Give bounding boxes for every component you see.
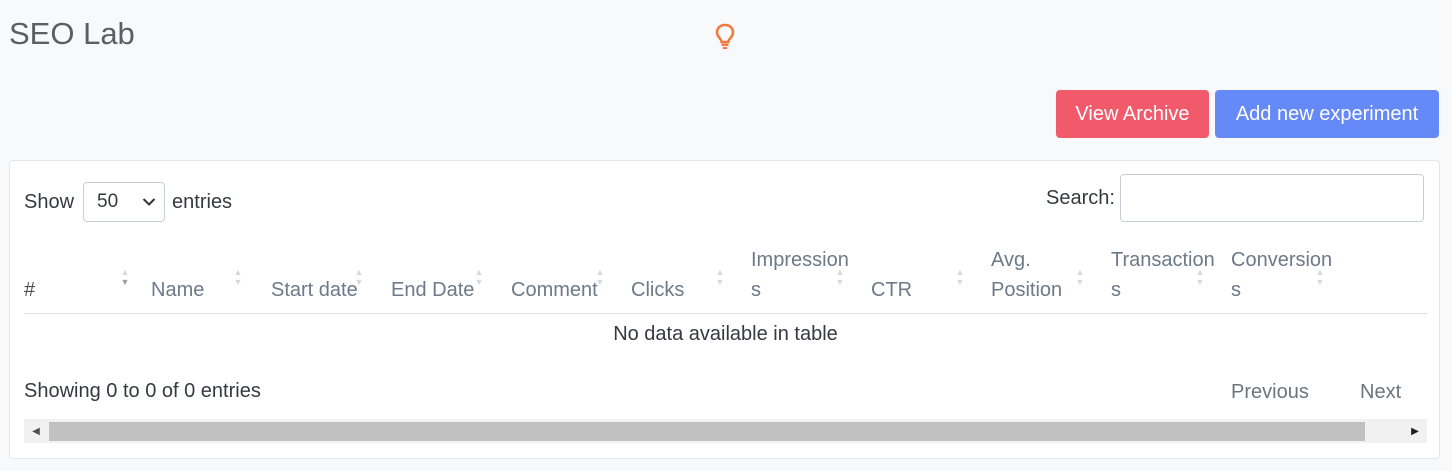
chevron-down-icon — [142, 191, 156, 213]
column-header-end-date[interactable]: End Date ▲ ▼ — [391, 243, 484, 313]
experiments-table-card: Show 50 entries Search: # ▲ ▼ Name ▲ ▼ Sta… — [9, 160, 1440, 459]
search-label: Search: — [1046, 186, 1115, 209]
sort-icon: ▲ ▼ — [1195, 267, 1205, 287]
search-control: Search: — [1046, 174, 1424, 222]
lightbulb-icon[interactable] — [713, 22, 737, 50]
column-header-label: Name — [151, 279, 205, 301]
page-title: SEO Lab — [9, 16, 135, 51]
entries-length-control: Show 50 entries — [24, 181, 232, 223]
column-header-label: Clicks — [631, 279, 685, 301]
column-header-ctr[interactable]: CTR ▲ ▼ — [871, 243, 965, 313]
entries-per-page-value: 50 — [97, 191, 119, 212]
table-header: # ▲ ▼ Name ▲ ▼ Start date ▲ ▼ End Date ▲ ▼ C… — [24, 243, 1427, 314]
view-archive-button[interactable]: View Archive — [1056, 90, 1209, 138]
sort-icon: ▲ ▼ — [595, 267, 605, 287]
column-header-impressions[interactable]: Impressions ▲ ▼ — [751, 243, 849, 313]
column-header-label: End Date — [391, 279, 475, 301]
sort-icon: ▲ ▼ — [715, 267, 725, 287]
column-header-clicks[interactable]: Clicks ▲ ▼ — [631, 243, 725, 313]
horizontal-scrollbar[interactable]: ◀ ▶ — [24, 419, 1427, 443]
table-info: Showing 0 to 0 of 0 entries — [24, 380, 261, 402]
caret-right-icon[interactable]: ▶ — [1403, 419, 1427, 443]
sort-icon: ▲ ▼ — [1075, 267, 1085, 287]
column-header-comment[interactable]: Comment ▲ ▼ — [511, 243, 605, 313]
column-header-number[interactable]: # ▲ ▼ — [24, 243, 130, 313]
length-prefix-label: Show — [24, 190, 75, 213]
length-suffix-label: entries — [172, 190, 233, 213]
column-header-label: Comment — [511, 279, 598, 301]
sort-icon: ▲ ▼ — [354, 267, 364, 287]
column-header-label: Avg. Position — [991, 249, 1063, 301]
column-header-label: CTR — [871, 279, 913, 301]
column-header-label: # — [24, 279, 36, 301]
pagination-previous[interactable]: Previous — [1231, 381, 1309, 404]
sort-icon: ▲ ▼ — [120, 267, 130, 287]
sort-icon: ▲ ▼ — [1315, 267, 1325, 287]
column-header-name[interactable]: Name ▲ ▼ — [151, 243, 243, 313]
caret-left-icon[interactable]: ◀ — [24, 419, 48, 443]
pagination-next[interactable]: Next — [1360, 381, 1401, 404]
empty-table-message: No data available in table — [613, 323, 838, 345]
add-new-experiment-button[interactable]: Add new experiment — [1215, 90, 1439, 138]
entries-per-page-select[interactable]: 50 — [83, 182, 166, 222]
search-input[interactable] — [1119, 174, 1424, 222]
column-header-transactions[interactable]: Transactions ▲ ▼ — [1111, 243, 1215, 313]
scrollbar-thumb[interactable] — [49, 422, 1365, 441]
column-header-avg-position[interactable]: Avg. Position ▲ ▼ — [991, 243, 1085, 313]
sort-icon: ▲ ▼ — [474, 267, 484, 287]
sort-icon: ▲ ▼ — [233, 267, 243, 287]
column-header-label: Start date — [271, 279, 358, 301]
sort-icon: ▲ ▼ — [835, 267, 845, 287]
column-header-label: Transactions — [1111, 249, 1215, 301]
sort-icon: ▲ ▼ — [955, 267, 965, 287]
column-header-start-date[interactable]: Start date ▲ ▼ — [271, 243, 364, 313]
column-header-conversions[interactable]: Conversions ▲ ▼ — [1231, 243, 1332, 313]
